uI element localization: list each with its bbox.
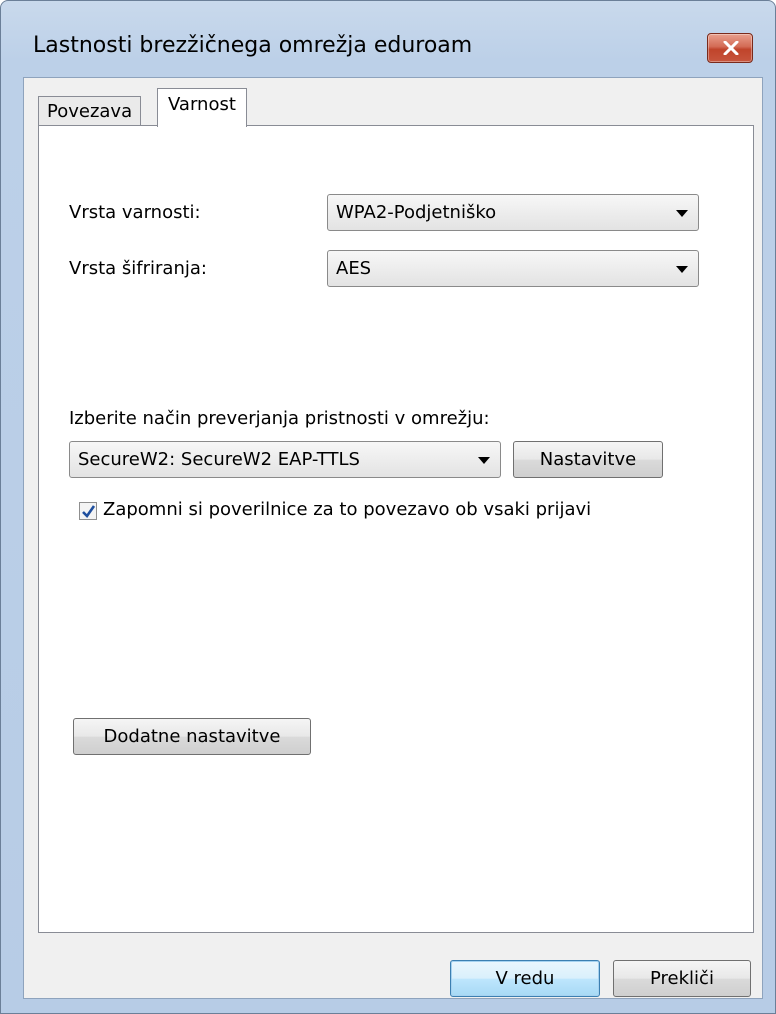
encryption-type-value: AES bbox=[336, 258, 372, 279]
close-button[interactable] bbox=[707, 33, 753, 63]
encryption-type-select[interactable]: AES bbox=[327, 250, 699, 287]
ok-button[interactable]: V redu bbox=[450, 960, 600, 997]
dialog-window: Lastnosti brezžičnega omrežja eduroam Po… bbox=[0, 0, 776, 1014]
auth-method-value: SecureW2: SecureW2 EAP-TTLS bbox=[78, 449, 360, 470]
chevron-down-icon bbox=[676, 210, 688, 217]
security-type-value: WPA2-Podjetniško bbox=[336, 202, 497, 223]
cancel-button[interactable]: Prekliči bbox=[613, 960, 751, 997]
remember-credentials-label[interactable]: Zapomni si poverilnice za to povezavo ob… bbox=[103, 499, 591, 520]
security-type-select[interactable]: WPA2-Podjetniško bbox=[327, 194, 699, 231]
tab-povezava[interactable]: Povezava bbox=[38, 96, 142, 126]
advanced-settings-button[interactable]: Dodatne nastavitve bbox=[73, 718, 311, 755]
auth-method-select[interactable]: SecureW2: SecureW2 EAP-TTLS bbox=[69, 441, 501, 478]
security-type-label: Vrsta varnosti: bbox=[69, 202, 201, 223]
security-tab-panel: Vrsta varnosti: WPA2-Podjetniško Vrsta š… bbox=[38, 125, 754, 933]
remember-credentials-checkbox[interactable] bbox=[79, 502, 97, 520]
auth-method-label: Izberite način preverjanja pristnosti v … bbox=[69, 408, 490, 429]
encryption-type-label: Vrsta šifriranja: bbox=[69, 258, 207, 279]
settings-button[interactable]: Nastavitve bbox=[513, 441, 663, 478]
dialog-client-area: Povezava Varnost Vrsta varnosti: WPA2-Po… bbox=[23, 77, 763, 999]
chevron-down-icon bbox=[478, 457, 490, 464]
tab-varnost[interactable]: Varnost bbox=[157, 88, 247, 127]
window-title: Lastnosti brezžičnega omrežja eduroam bbox=[33, 33, 473, 58]
chevron-down-icon bbox=[676, 266, 688, 273]
